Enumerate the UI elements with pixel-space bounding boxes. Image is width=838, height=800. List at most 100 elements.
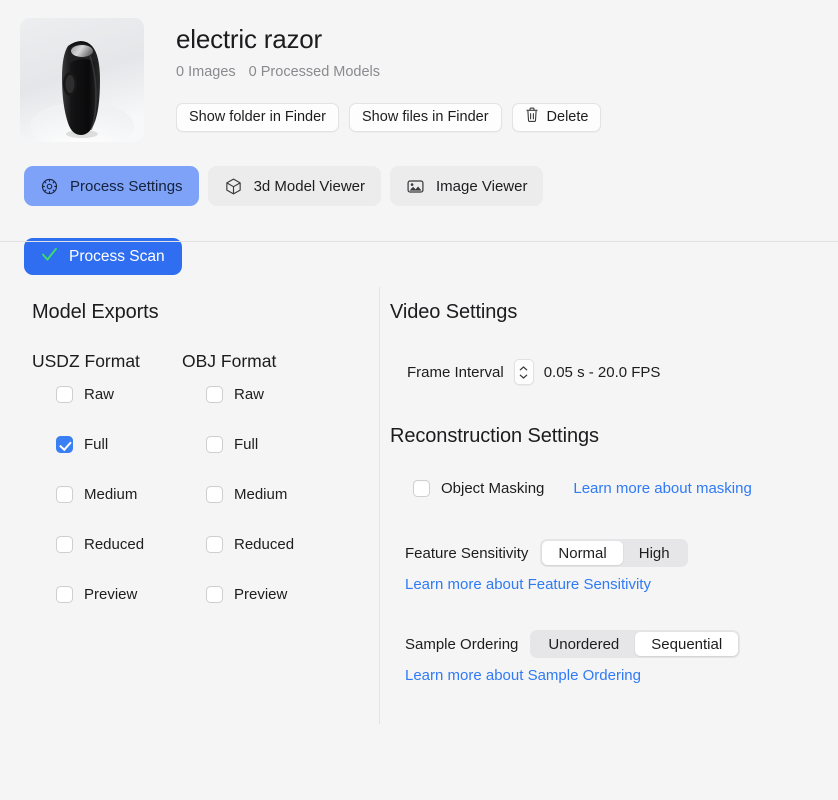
learn-more-masking-link[interactable]: Learn more about masking	[573, 480, 751, 497]
option-label: Raw	[234, 386, 265, 403]
obj-option-preview[interactable]: Preview	[182, 586, 332, 603]
tab-process-settings[interactable]: Process Settings	[24, 166, 199, 206]
reconstruction-settings-title: Reconstruction Settings	[390, 425, 599, 447]
option-label: Preview	[84, 586, 138, 603]
checkbox[interactable]	[413, 480, 430, 497]
usdz-option-medium[interactable]: Medium	[32, 486, 182, 503]
show-files-label: Show files in Finder	[362, 109, 489, 126]
chevron-down-icon	[519, 374, 528, 379]
obj-format-header: OBJ Format	[182, 351, 277, 371]
feature-sensitivity-option-normal[interactable]: Normal	[542, 541, 623, 565]
obj-option-full[interactable]: Full	[182, 436, 332, 453]
show-folder-label: Show folder in Finder	[189, 109, 327, 126]
option-label: Reduced	[84, 536, 145, 553]
electric-razor-photo	[20, 18, 144, 142]
process-scan-label: Process Scan	[69, 247, 165, 265]
sample-ordering-label: Sample Ordering	[405, 635, 519, 653]
video-settings-title: Video Settings	[390, 301, 518, 323]
feature-sensitivity-segmented-control[interactable]: Normal High	[540, 539, 688, 567]
cube-icon	[224, 177, 243, 196]
scan-thumbnail[interactable]	[20, 18, 144, 142]
export-row: Full Full	[32, 436, 355, 486]
export-row: Reduced Reduced	[32, 536, 355, 586]
checkbox[interactable]	[206, 436, 223, 453]
column-divider	[379, 287, 380, 724]
header: electric razor 0 Images 0 Processed Mode…	[0, 0, 838, 142]
checkbox[interactable]	[206, 586, 223, 603]
settings-column: Video Settings Frame Interval 0.05 s - 2…	[355, 301, 838, 685]
sample-ordering-segmented-control[interactable]: Unordered Sequential	[530, 630, 741, 658]
checkbox[interactable]	[206, 536, 223, 553]
usdz-option-full[interactable]: Full	[32, 436, 182, 453]
tab-image-viewer[interactable]: Image Viewer	[390, 166, 544, 206]
checkbox[interactable]	[56, 386, 73, 403]
delete-button[interactable]: Delete	[511, 102, 602, 132]
option-label: Full	[234, 436, 259, 453]
learn-more-feature-sensitivity-link[interactable]: Learn more about Feature Sensitivity	[405, 576, 651, 593]
usdz-format-header: USDZ Format	[32, 351, 140, 371]
sample-ordering-option-unordered[interactable]: Unordered	[532, 632, 635, 656]
checkbox[interactable]	[56, 486, 73, 503]
model-exports-column: Model Exports USDZ Format OBJ Format Raw…	[0, 301, 355, 685]
view-tabs: Process Settings 3d Model Viewer Image V…	[0, 142, 838, 206]
checkbox[interactable]	[206, 486, 223, 503]
checkmark-icon	[41, 247, 58, 267]
trash-icon	[525, 107, 539, 127]
export-options-grid: Raw Raw Full Full Medium Medium Reduced …	[32, 386, 355, 636]
usdz-option-reduced[interactable]: Reduced	[32, 536, 182, 553]
tab-3d-model-viewer-label: 3d Model Viewer	[253, 177, 366, 195]
obj-option-raw[interactable]: Raw	[182, 386, 332, 403]
object-masking-checkbox-group[interactable]: Object Masking	[413, 480, 544, 497]
learn-more-sample-ordering-link[interactable]: Learn more about Sample Ordering	[405, 667, 641, 684]
option-label: Medium	[234, 486, 288, 503]
object-masking-label: Object Masking	[441, 480, 545, 497]
export-row: Raw Raw	[32, 386, 355, 436]
models-count: 0 Processed Models	[248, 63, 381, 80]
settings-columns: Model Exports USDZ Format OBJ Format Raw…	[0, 275, 838, 724]
show-files-in-finder-button[interactable]: Show files in Finder	[349, 102, 502, 132]
usdz-option-raw[interactable]: Raw	[32, 386, 182, 403]
chevron-up-icon	[519, 365, 528, 370]
frame-interval-label: Frame Interval	[407, 363, 504, 381]
frame-interval-stepper[interactable]	[513, 359, 534, 385]
option-label: Reduced	[234, 536, 295, 553]
delete-label: Delete	[546, 109, 589, 126]
option-label: Raw	[84, 386, 115, 403]
obj-option-medium[interactable]: Medium	[182, 486, 332, 503]
tab-3d-model-viewer[interactable]: 3d Model Viewer	[207, 166, 382, 206]
frame-interval-value: 0.05 s - 20.0 FPS	[543, 363, 661, 381]
model-exports-title: Model Exports	[32, 301, 159, 323]
feature-sensitivity-option-high[interactable]: High	[623, 541, 686, 565]
export-row: Medium Medium	[32, 486, 355, 536]
header-info: electric razor 0 Images 0 Processed Mode…	[176, 18, 602, 142]
sample-ordering-row: Sample Ordering Unordered Sequential	[390, 630, 838, 658]
feature-sensitivity-label: Feature Sensitivity	[405, 544, 529, 562]
checkbox[interactable]	[56, 586, 73, 603]
object-masking-row: Object Masking Learn more about masking	[390, 480, 838, 497]
usdz-option-preview[interactable]: Preview	[32, 586, 182, 603]
sample-ordering-option-sequential[interactable]: Sequential	[635, 632, 739, 656]
feature-sensitivity-link-row: Learn more about Feature Sensitivity	[390, 576, 838, 594]
scan-counts: 0 Images 0 Processed Models	[176, 64, 601, 80]
obj-option-reduced[interactable]: Reduced	[182, 536, 332, 553]
checkbox[interactable]	[56, 536, 73, 553]
frame-interval-row: Frame Interval 0.05 s - 20.0 FPS	[390, 359, 838, 385]
tab-process-settings-label: Process Settings	[70, 177, 183, 195]
option-label: Preview	[234, 586, 288, 603]
header-actions: Show folder in Finder Show files in Find…	[176, 102, 602, 132]
tab-image-viewer-label: Image Viewer	[436, 177, 528, 195]
photo-icon	[406, 177, 425, 196]
gear-icon	[40, 177, 59, 196]
sample-ordering-link-row: Learn more about Sample Ordering	[390, 667, 838, 685]
feature-sensitivity-row: Feature Sensitivity Normal High	[390, 539, 838, 567]
checkbox[interactable]	[206, 386, 223, 403]
page-title: electric razor	[176, 24, 323, 54]
format-headers: USDZ Format OBJ Format	[32, 351, 355, 372]
show-folder-in-finder-button[interactable]: Show folder in Finder	[176, 102, 340, 132]
header-divider	[0, 241, 838, 242]
checkbox[interactable]	[56, 436, 73, 453]
option-label: Medium	[84, 486, 138, 503]
export-row: Preview Preview	[32, 586, 355, 636]
option-label: Full	[84, 436, 109, 453]
process-scan-button[interactable]: Process Scan	[24, 238, 182, 275]
